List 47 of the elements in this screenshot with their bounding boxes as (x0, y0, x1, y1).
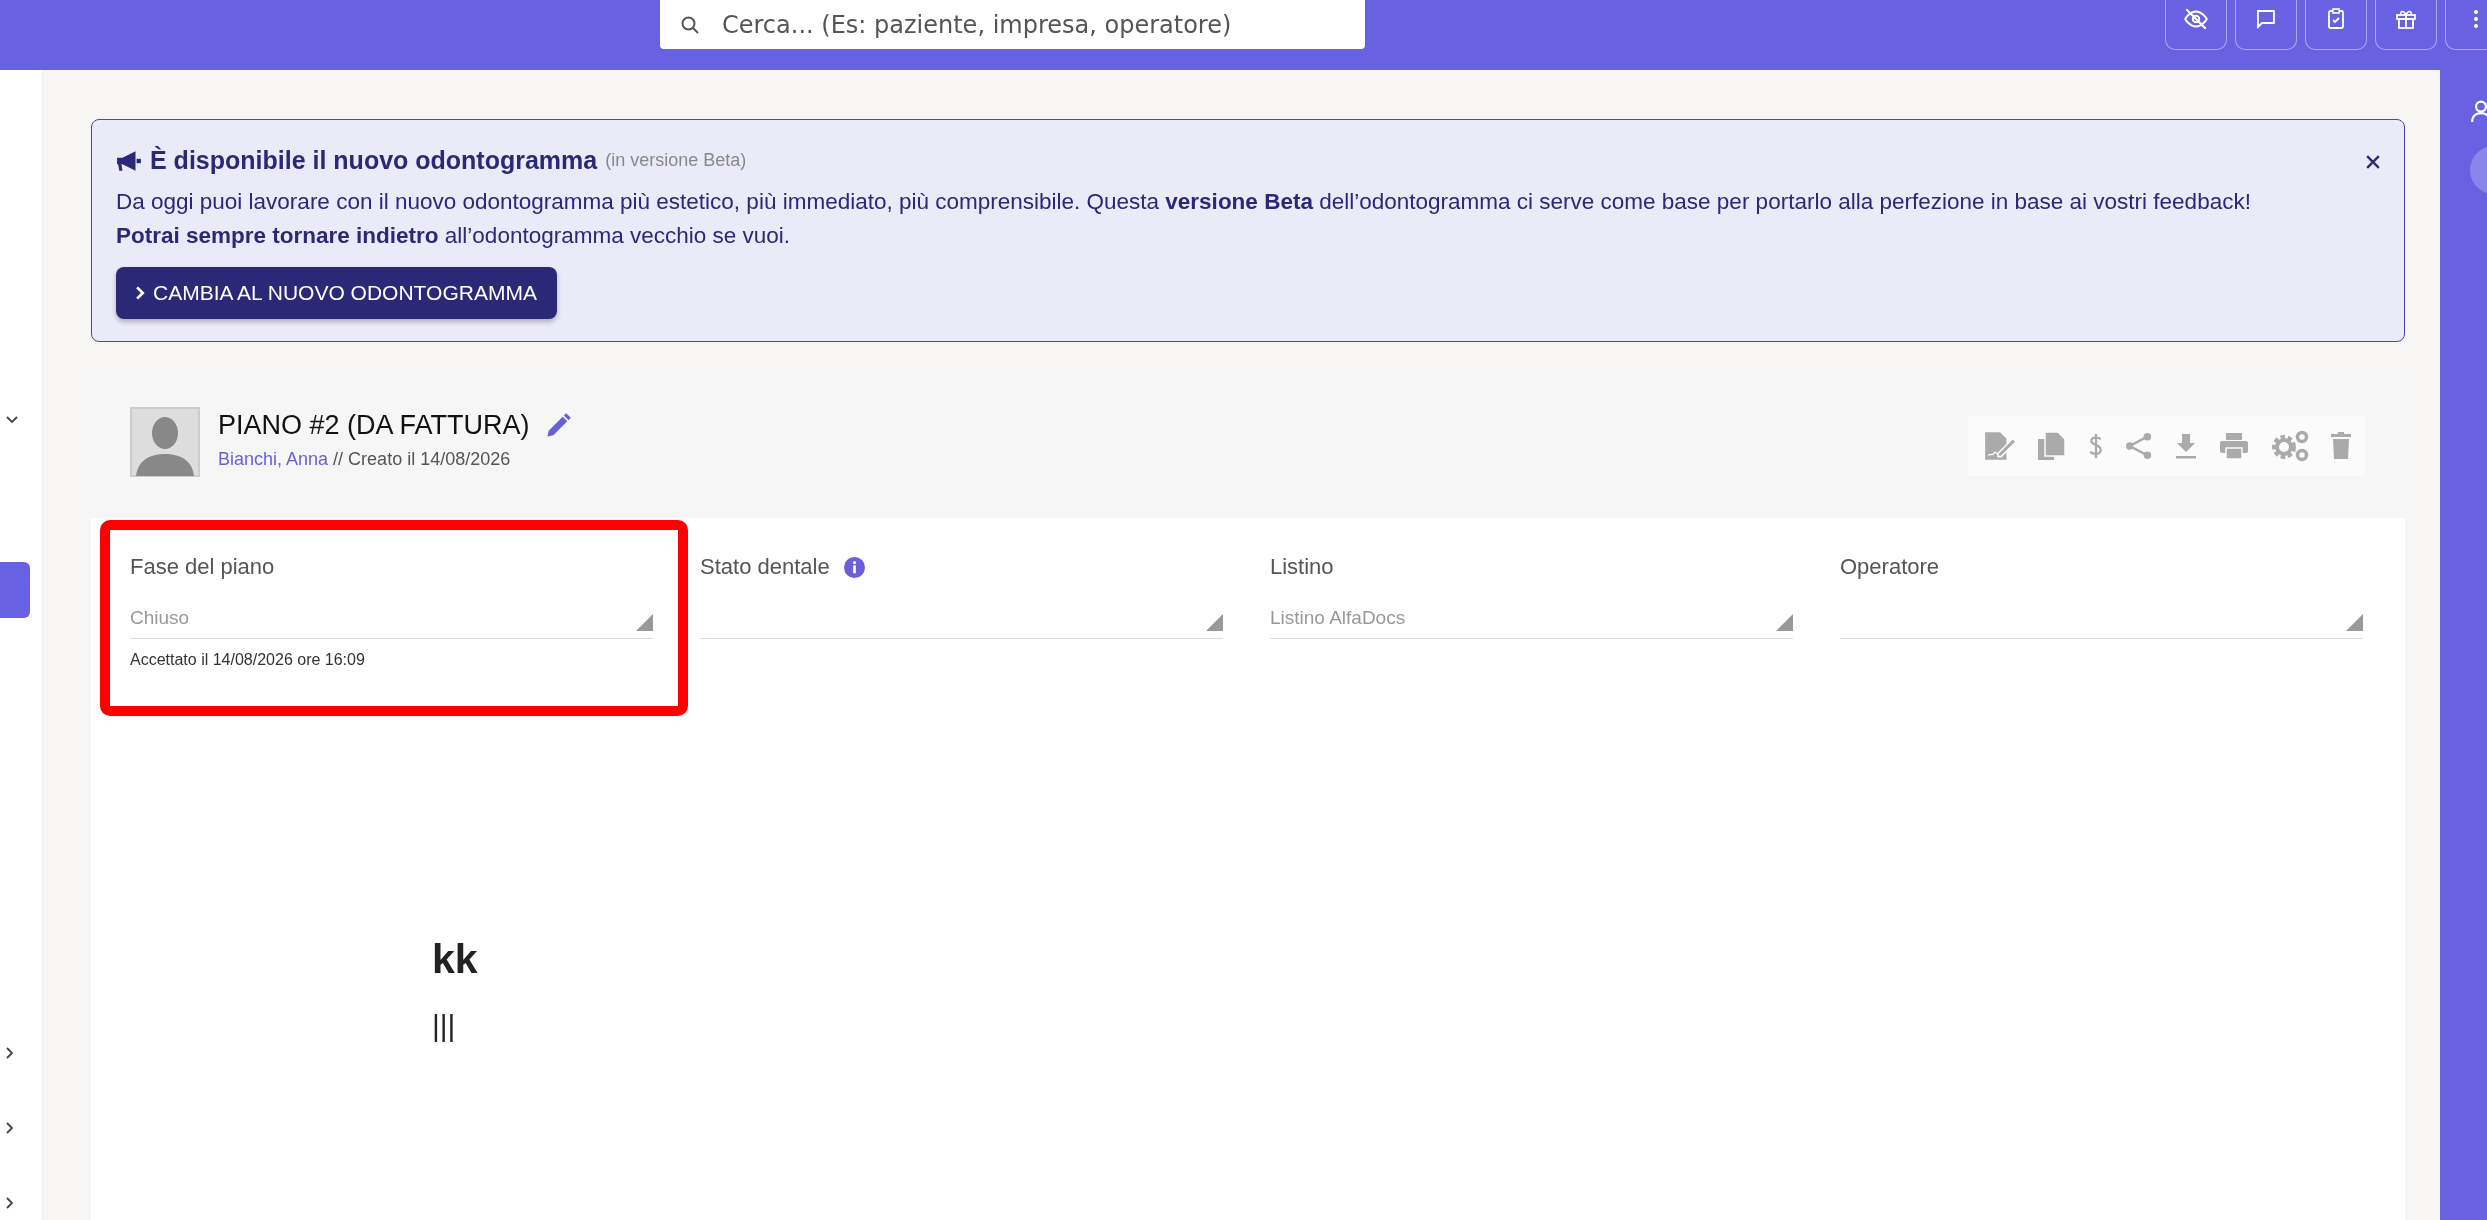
megaphone-icon (116, 149, 142, 172)
search-icon (680, 14, 700, 35)
dropdown-icon (1776, 613, 1793, 631)
download-icon[interactable] (2174, 433, 2198, 459)
created-date: // Creato il 14/08/2026 (333, 449, 511, 469)
hide-button[interactable] (2165, 0, 2227, 50)
dropdown-icon (636, 613, 653, 631)
patient-link[interactable]: Bianchi, Anna (218, 449, 329, 469)
field-label: Operatore (1840, 554, 1940, 580)
banner-title: È disponibile il nuovo odontogramma (150, 146, 598, 175)
content-heading: kk (432, 936, 478, 983)
field-label: Fase del piano (130, 554, 275, 580)
sign-document-icon[interactable] (1982, 430, 2016, 462)
field-label: Stato dentale (700, 554, 830, 580)
kebab-icon (2473, 7, 2479, 31)
chevron-down-icon[interactable] (6, 416, 18, 424)
banner-text: Da oggi puoi lavorare con il nuovo odontogramma più estetico, più immediato, più comprensibile. Questa versione Beta dell’odontogramma ci serve come base per portarlo alla perfezione in base ai vostri feedback! (116, 188, 2252, 216)
content-text: ||| (432, 1009, 457, 1043)
message-icon (2254, 7, 2278, 31)
info-icon[interactable] (843, 556, 865, 578)
field-note: Accettato il 14/08/2026 ore 16:09 (130, 651, 366, 669)
plan-title: PIANO #2 (DA FATTURA) (218, 410, 530, 441)
dropdown-icon (1206, 613, 1223, 631)
banner-subtitle: (in versione Beta) (605, 150, 747, 171)
switch-odontogram-button[interactable]: CAMBIA AL NUOVO ODONTOGRAMMA (116, 267, 557, 319)
share-icon[interactable] (2125, 432, 2153, 460)
avatar-placeholder-icon (130, 407, 200, 477)
copy-icon[interactable] (2037, 430, 2067, 462)
user-icon[interactable] (2470, 100, 2487, 122)
trash-icon[interactable] (2331, 432, 2351, 460)
field-label: Listino (1270, 554, 1334, 580)
select-field[interactable]: Listino AlfaDocs (1270, 598, 1793, 639)
chevron-right-icon[interactable] (6, 1122, 14, 1134)
messages-button[interactable] (2235, 0, 2297, 50)
chevron-right-icon[interactable] (6, 1197, 14, 1209)
gears-icon[interactable] (2270, 430, 2310, 462)
search-field[interactable]: Cerca... (Es: paziente, impresa, operatore) (660, 0, 1365, 49)
select-field[interactable]: Chiuso (130, 598, 653, 639)
dropdown-icon (2346, 613, 2363, 631)
chevron-right-icon[interactable] (6, 1047, 14, 1059)
print-icon[interactable] (2219, 432, 2249, 460)
chevron-right-icon (136, 286, 145, 300)
banner-text: Potrai sempre tornare indietro all’odontogramma vecchio se vuoi. (116, 222, 792, 250)
dollar-icon[interactable] (2088, 432, 2104, 460)
tasks-button[interactable] (2305, 0, 2367, 50)
gift-button[interactable] (2375, 0, 2437, 50)
eye-slash-icon (2183, 6, 2209, 32)
